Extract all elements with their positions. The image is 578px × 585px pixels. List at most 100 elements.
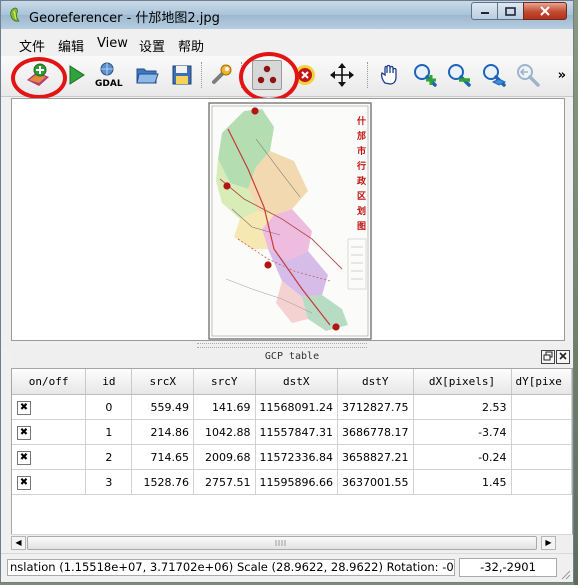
cell-dy [511,469,572,495]
cell-dstx[interactable]: 11595896.66 [255,469,339,495]
zoom-out-icon [448,64,471,87]
gcp-dock-titlebar[interactable]: GCP table [11,348,573,368]
qgis-app-icon [10,7,20,22]
zoom-in-button[interactable] [410,60,440,90]
hand-icon [380,64,397,85]
map-title-char: 区 [357,191,366,202]
cell-dsty[interactable]: 3637001.55 [337,469,414,495]
col-header-id[interactable]: id [85,369,133,395]
menu-view[interactable]: View [97,36,128,51]
wrench-icon [212,64,232,84]
cell-srcx[interactable]: 714.65 [131,444,194,470]
col-header-dx[interactable]: dX[pixels] [413,369,512,395]
menu-edit[interactable]: 编辑 [58,36,84,55]
maximize-button[interactable] [497,2,524,20]
dock-close-button[interactable] [556,350,570,364]
col-header-dstx[interactable]: dstX [255,369,339,395]
cell-dx: -0.24 [413,444,512,470]
enable-checkbox-cell: ✖ [12,444,87,470]
transformation-settings-button[interactable] [207,60,237,90]
title-bar[interactable]: Georeferencer - 什邡地图2.jpg [1,1,573,29]
enable-checkbox[interactable]: ✖ [17,450,31,465]
gcp-table-hscrollbar[interactable]: ◀ ▶ [11,534,573,551]
resize-grip-icon[interactable] [559,568,571,580]
zoom-last-button[interactable] [513,60,543,90]
menu-file[interactable]: 文件 [19,36,45,55]
enable-checkbox[interactable]: ✖ [17,425,31,440]
cell-srcy[interactable]: 141.69 [193,394,256,420]
cell-srcy[interactable]: 1042.88 [193,419,256,445]
gcp-table: on/off id srcX srcY dstX dstY dX[pixels]… [11,368,573,548]
col-header-srcx[interactable]: srcX [131,369,194,395]
transform-status: nslation (1.15518e+07, 3.71702e+06) Scal… [7,559,455,576]
cell-srcy[interactable]: 2009.68 [193,444,256,470]
cell-dstx[interactable]: 11568091.24 [255,394,339,420]
cell-id[interactable]: 0 [85,394,133,420]
col-header-srcy[interactable]: srcY [193,369,256,395]
toolbar-separator [367,62,370,88]
load-gcp-points-button[interactable] [132,60,162,90]
cell-srcx[interactable]: 1528.76 [131,469,194,495]
gcp-marker[interactable] [264,261,272,269]
cell-id[interactable]: 2 [85,444,133,470]
map-title-char: 什 [357,115,366,127]
move-icon [330,63,354,87]
enable-checkbox[interactable]: ✖ [17,400,31,415]
gcp-table-title: GCP table [264,351,320,362]
zoom-to-layer-button[interactable] [479,60,509,90]
gdal-icon: GDAL [95,62,123,89]
gcp-marker[interactable] [332,323,340,331]
toolbar-overflow-chevron[interactable]: » [558,68,566,83]
georeferencer-window: Georeferencer - 什邡地图2.jpg 文件 编辑 View 设置 … [0,0,574,583]
minimize-button[interactable] [471,2,498,20]
map-title-char: 市 [357,145,366,157]
cell-dstx[interactable]: 11557847.31 [255,419,339,445]
menu-help[interactable]: 帮助 [178,36,204,55]
enable-checkbox[interactable]: ✖ [17,475,31,490]
cell-dx: 1.45 [413,469,512,495]
scroll-left-button[interactable]: ◀ [11,536,26,550]
thumb-grip-icon [275,540,286,546]
move-gcp-point-button[interactable] [327,60,357,90]
menu-bar: 文件 编辑 View 设置 帮助 [1,31,573,55]
map-title-char: 邡 [356,130,366,142]
cell-dsty[interactable]: 3712827.75 [337,394,414,420]
pan-button[interactable] [375,60,405,90]
zoom-out-button[interactable] [444,60,474,90]
scroll-thumb[interactable] [27,536,537,550]
close-button[interactable] [523,2,567,20]
col-header-onoff[interactable]: on/off [12,369,87,395]
dock-float-button[interactable] [541,350,555,364]
cell-dx: 2.53 [413,394,512,420]
table-row[interactable]: ✖ 0 559.49 141.69 11568091.24 3712827.75… [12,394,572,420]
map-canvas[interactable]: 什 邡 市 行 政 区 划 图 [11,98,565,341]
menu-settings[interactable]: 设置 [139,36,165,55]
gcp-marker[interactable] [251,107,259,115]
scroll-right-button[interactable]: ▶ [541,536,556,550]
cell-id[interactable]: 3 [85,469,133,495]
col-header-dy[interactable]: dY[pixe [511,369,572,395]
cell-dsty[interactable]: 3658827.21 [337,444,414,470]
table-row[interactable]: ✖ 1 214.86 1042.88 11557847.31 3686778.1… [12,419,572,445]
cell-dstx[interactable]: 11572336.84 [255,444,339,470]
minimize-icon [480,12,489,14]
close-icon [540,6,550,16]
zoom-layer-icon [483,64,507,87]
gdal-script-button[interactable]: GDAL [93,60,123,90]
cell-srcy[interactable]: 2757.51 [193,469,256,495]
map-title-char: 行 [356,160,366,172]
save-gcp-points-button[interactable] [167,60,197,90]
gcp-marker[interactable] [223,182,231,190]
table-row[interactable]: ✖ 2 714.65 2009.68 11572336.84 3658827.2… [12,444,572,470]
zoom-in-icon [414,64,437,87]
cell-id[interactable]: 1 [85,419,133,445]
cell-dy [511,444,572,470]
play-icon [69,65,85,85]
cell-srcx[interactable]: 559.49 [131,394,194,420]
close-icon [559,352,567,360]
highlight-ring-open-raster [11,57,67,99]
cell-dsty[interactable]: 3686778.17 [337,419,414,445]
cell-srcx[interactable]: 214.86 [131,419,194,445]
col-header-dsty[interactable]: dstY [337,369,414,395]
table-row[interactable]: ✖ 3 1528.76 2757.51 11595896.66 3637001.… [12,469,572,495]
